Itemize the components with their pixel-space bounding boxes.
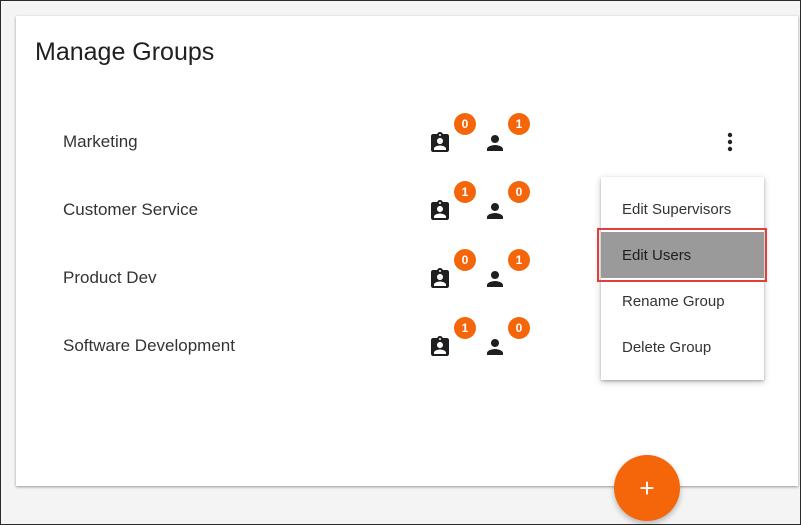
supervisor-count: 0: [428, 249, 476, 293]
person-icon: [487, 203, 503, 219]
menu-item-edit-supervisors[interactable]: Edit Supervisors: [601, 186, 764, 232]
user-count: 1: [483, 249, 530, 293]
supervisor-count-badge: 1: [454, 317, 476, 339]
page-title: Manage Groups: [35, 38, 215, 66]
supervisor-count-badge: 0: [454, 249, 476, 271]
menu-item-delete-group[interactable]: Delete Group: [601, 324, 764, 370]
group-name: Marketing: [63, 132, 138, 151]
person-icon: [487, 271, 503, 287]
highlight-outline: [597, 228, 767, 282]
group-name: Software Development: [63, 336, 235, 355]
supervisor-count: 1: [428, 317, 476, 361]
user-count: 0: [483, 181, 530, 225]
user-count: 1: [483, 113, 530, 157]
supervisor-count: 1: [428, 181, 476, 225]
user-count-badge: 0: [508, 181, 530, 203]
badge-icon: [431, 132, 449, 152]
more-vert-icon[interactable]: [721, 129, 739, 155]
badge-icon: [431, 268, 449, 288]
supervisor-count-badge: 1: [454, 181, 476, 203]
menu-item-rename-group[interactable]: Rename Group: [601, 278, 764, 324]
group-name: Product Dev: [63, 268, 157, 287]
badge-icon: [431, 200, 449, 220]
supervisor-count-badge: 0: [454, 113, 476, 135]
user-count: 0: [483, 317, 530, 361]
group-row-marketing[interactable]: Marketing 0 1: [16, 113, 776, 163]
badge-icon: [431, 336, 449, 356]
person-icon: [487, 339, 503, 355]
group-name: Customer Service: [63, 200, 199, 219]
plus-icon: +: [639, 472, 655, 503]
user-count-badge: 1: [508, 249, 530, 271]
supervisor-count: 0: [428, 113, 476, 157]
user-count-badge: 1: [508, 113, 530, 135]
user-count-badge: 0: [508, 317, 530, 339]
person-icon: [487, 135, 503, 151]
add-group-button[interactable]: +: [614, 455, 680, 521]
